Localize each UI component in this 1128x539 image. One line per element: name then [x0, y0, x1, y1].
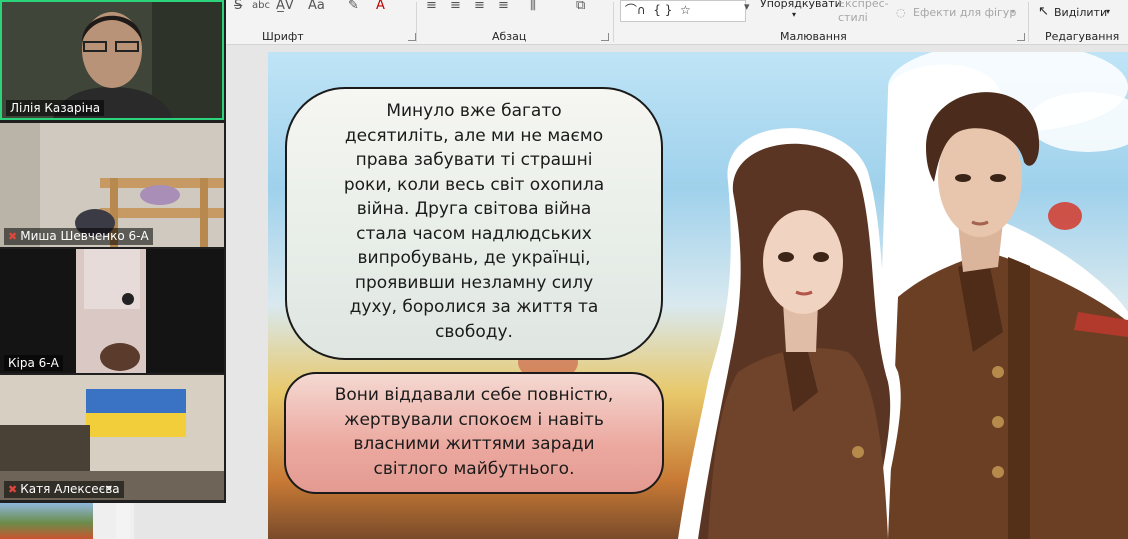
justify-icon[interactable]: ≡ — [498, 0, 509, 13]
change-case-icon[interactable]: Aa — [308, 0, 325, 13]
bubble-1-line: війна. Друга світова війна — [356, 199, 592, 219]
bubble-2-line: Вони віддавали себе повністю, — [334, 385, 614, 405]
bubble-1-line: стала часом надлюдських — [356, 223, 592, 244]
participant-name: ✖ Миша Шевченко 6-А — [4, 228, 153, 245]
character-spacing-icon[interactable]: A̲V — [276, 0, 294, 13]
align-center-icon[interactable]: ≡ — [450, 0, 461, 13]
select-button[interactable]: Виділити — [1054, 6, 1107, 19]
cursor-select-icon[interactable]: ↖ — [1038, 4, 1049, 19]
bubble-2-line: жертвували спокоєм і навіть — [344, 409, 604, 430]
soldier-couple-illustration — [678, 64, 1128, 539]
participant-name: Лілія Казаріна — [6, 100, 105, 116]
font-color-icon[interactable]: A — [376, 0, 385, 13]
bubble-1-line: духу, боролися за життя та — [349, 297, 599, 317]
star-shape-icon[interactable]: ☆ — [676, 3, 691, 17]
curve-shape-icon[interactable]: ⌒∩ — [621, 3, 646, 17]
text-bubble-2[interactable]: Вони віддавали себе повністю, жертвували… — [284, 372, 664, 494]
participant-name: Кіра 6-А — [4, 355, 63, 371]
bubble-2-line: світлого майбутнього. — [373, 458, 575, 479]
arrange-button[interactable]: Упорядкувати — [760, 0, 842, 10]
align-left-icon[interactable]: ≡ — [426, 0, 437, 13]
chevron-down-icon[interactable]: ⌄ — [103, 477, 115, 493]
mic-muted-icon: ✖ — [8, 230, 18, 243]
bubble-1-line: свободу. — [435, 321, 513, 342]
ribbon: S̶ abc A̲V Aa ✎ A ≡ ≡ ≡ ≡ ⫼ ⧉ ⌒∩ { } ☆ ▾… — [224, 0, 1128, 45]
drawing-dialog-launcher[interactable] — [1017, 33, 1025, 41]
shapes-gallery[interactable]: ⌒∩ { } ☆ — [620, 0, 746, 22]
group-label-paragraph: Абзац — [492, 30, 527, 43]
columns-icon[interactable]: ⫼ — [530, 0, 536, 13]
bubble-2-line: власними життями заради — [353, 434, 595, 454]
strikethrough-icon[interactable]: S̶ — [234, 0, 242, 13]
man-figure — [873, 64, 1128, 539]
font-dialog-launcher[interactable] — [408, 33, 416, 41]
bubble-1-line: роки, коли весь світ охопила — [343, 174, 605, 195]
participant-name-text: Миша Шевченко 6-А — [20, 229, 149, 243]
flag-blue-stripe — [86, 389, 186, 413]
shape-effects-dropdown-icon[interactable]: ▾ — [1011, 7, 1015, 16]
quick-styles-button[interactable]: Експрес-стилі — [838, 0, 889, 25]
shape-effects-button[interactable]: Ефекти для фігур — [913, 6, 1016, 19]
text-shadow-icon[interactable]: abc — [252, 0, 270, 11]
text-bubble-1[interactable]: Минуло вже багато десятиліть, але ми не … — [285, 87, 663, 360]
shape-effects-icon[interactable]: ◌ — [896, 6, 906, 19]
flag-yellow-stripe — [86, 413, 186, 437]
group-label-drawing: Малювання — [780, 30, 847, 43]
brace-shape-icon[interactable]: { } — [649, 3, 672, 17]
group-label-font: Шрифт — [262, 30, 304, 43]
slide-canvas[interactable]: Минуло вже багато десятиліть, але ми не … — [268, 52, 1128, 539]
video-call-panel: Лілія Казаріна ✖ Миша Шевченко 6-А Кіра 6… — [0, 0, 226, 503]
group-label-editing: Редагування — [1045, 30, 1120, 43]
participant-tile[interactable]: ✖ Миша Шевченко 6-А — [0, 123, 224, 247]
smartart-icon[interactable]: ⧉ — [576, 0, 585, 13]
bubble-1-line: права забувати ті страшні — [355, 150, 593, 170]
mic-muted-icon: ✖ — [8, 483, 18, 496]
participant-tile[interactable]: Лілія Казаріна — [0, 0, 224, 120]
bubble-1-line: випробувань, де українці, — [357, 248, 591, 268]
align-right-icon[interactable]: ≡ — [474, 0, 485, 13]
bubble-1-line: Минуло вже багато — [386, 101, 562, 121]
select-dropdown-icon[interactable]: ▾ — [1106, 7, 1110, 16]
partial-photo-thumbnail — [0, 503, 93, 539]
bubble-1-line: десятиліть, але ми не маємо — [344, 125, 604, 146]
arrange-dropdown-icon[interactable]: ▾ — [792, 10, 796, 19]
participant-tile[interactable]: Кіра 6-А — [0, 249, 224, 373]
paragraph-dialog-launcher[interactable] — [601, 33, 609, 41]
highlight-icon[interactable]: ✎ — [348, 0, 359, 13]
gallery-more-icon[interactable]: ▾ — [744, 0, 750, 13]
girl-figure — [678, 128, 901, 539]
bubble-1-line: проявивши незламну силу — [354, 272, 594, 293]
